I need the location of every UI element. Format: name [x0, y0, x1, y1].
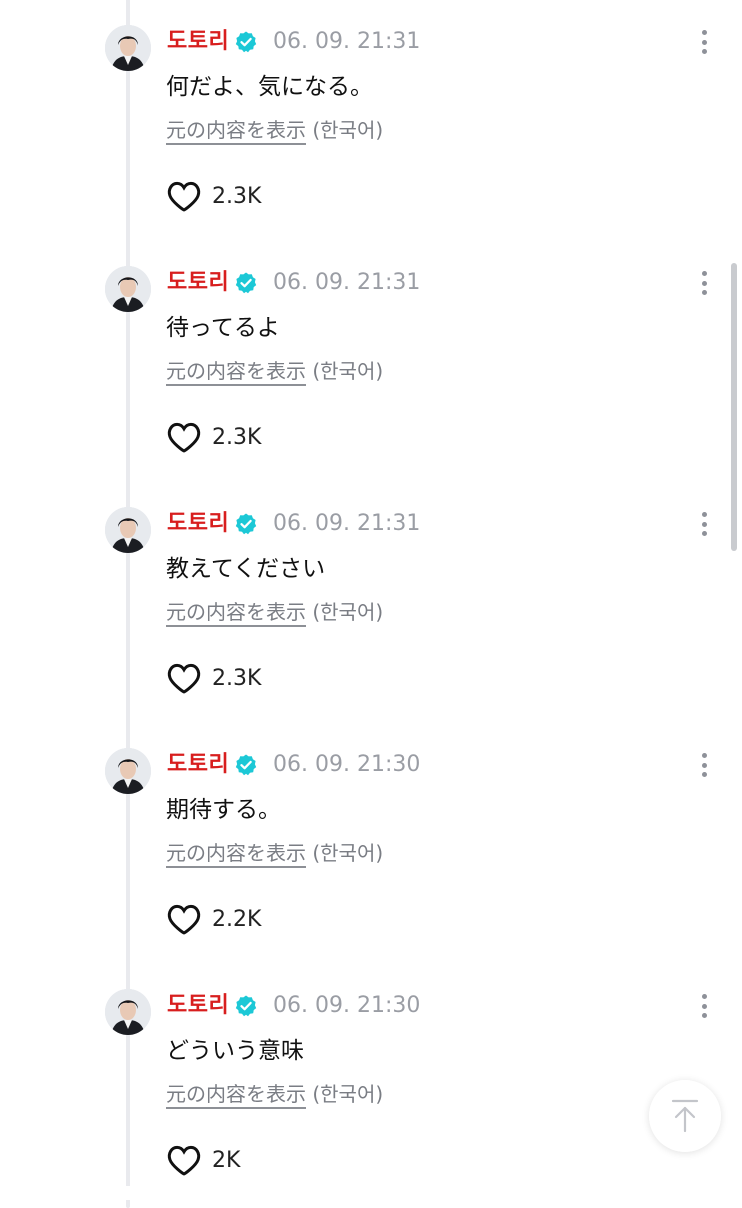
like-count: 2.3K [212, 424, 262, 450]
scrollbar[interactable] [731, 263, 737, 551]
like-button[interactable]: 2.3K [166, 178, 261, 214]
verified-badge-icon [235, 754, 257, 776]
translation-toggle: 元の内容を表示 (한국어) [166, 357, 384, 386]
avatar[interactable] [105, 748, 151, 794]
comment-item: 도토리 06. 09. 21:31 何だよ、気になる。 元の内容を表示 (한국어… [0, 0, 742, 244]
comment-item: 도토리 06. 09. 21:31 教えてください 元の内容を表示 (한국어) … [0, 462, 742, 726]
thread-line [126, 462, 130, 726]
show-original-link[interactable]: 元の内容を表示 [166, 359, 306, 386]
author-name[interactable]: 도토리 [167, 992, 229, 1020]
verified-badge-icon [235, 513, 257, 535]
translation-toggle: 元の内容を表示 (한국어) [166, 116, 384, 145]
show-original-link[interactable]: 元の内容を表示 [166, 1082, 306, 1109]
timestamp: 06. 09. 21:31 [273, 29, 421, 54]
more-vertical-icon[interactable] [692, 749, 716, 781]
like-button[interactable]: 2.2K [166, 901, 261, 937]
timestamp: 06. 09. 21:31 [273, 511, 421, 536]
author-name[interactable]: 도토리 [167, 751, 229, 779]
comment-text: 待ってるよ [166, 315, 280, 341]
heart-outline-icon [167, 181, 201, 212]
show-original-link[interactable]: 元の内容を表示 [166, 841, 306, 868]
comment-text: 期待する。 [166, 797, 281, 823]
thread-line [126, 703, 130, 967]
verified-badge-icon [235, 995, 257, 1017]
arrow-up-to-top-icon [671, 1099, 699, 1133]
original-language: (한국어) [312, 841, 384, 865]
verified-badge-icon [235, 272, 257, 294]
comment-item: 도토리 06. 09. 21:30 どういう意味 元の内容を表示 (한국어) 2… [0, 944, 742, 1208]
original-language: (한국어) [312, 118, 384, 142]
author-name[interactable]: 도토리 [167, 510, 229, 538]
like-count: 2.3K [212, 183, 262, 209]
heart-outline-icon [167, 904, 201, 935]
more-vertical-icon[interactable] [692, 267, 716, 299]
original-language: (한국어) [312, 359, 384, 383]
more-vertical-icon[interactable] [692, 990, 716, 1022]
comment-text: どういう意味 [166, 1038, 304, 1064]
comment-text: 教えてください [166, 556, 326, 582]
original-language: (한국어) [312, 600, 384, 624]
author-name[interactable]: 도토리 [167, 269, 229, 297]
thread-line [126, 221, 130, 485]
translation-toggle: 元の内容を表示 (한국어) [166, 1080, 384, 1109]
avatar[interactable] [105, 25, 151, 71]
heart-outline-icon [167, 1145, 201, 1176]
like-count: 2K [212, 1147, 241, 1173]
avatar[interactable] [105, 507, 151, 553]
like-button[interactable]: 2K [166, 1142, 240, 1178]
avatar[interactable] [105, 989, 151, 1035]
more-vertical-icon[interactable] [692, 508, 716, 540]
like-button[interactable]: 2.3K [166, 660, 261, 696]
heart-outline-icon [167, 663, 201, 694]
timestamp: 06. 09. 21:31 [273, 270, 421, 295]
like-count: 2.2K [212, 906, 262, 932]
show-original-link[interactable]: 元の内容を表示 [166, 118, 306, 145]
scroll-to-top-button[interactable] [649, 1080, 721, 1152]
avatar[interactable] [105, 266, 151, 312]
comment-text: 何だよ、気になる。 [166, 74, 373, 100]
translation-toggle: 元の内容を表示 (한국어) [166, 839, 384, 868]
author-name[interactable]: 도토리 [167, 28, 229, 56]
comment-item: 도토리 06. 09. 21:30 期待する。 元の内容を表示 (한국어) 2.… [0, 703, 742, 967]
more-vertical-icon[interactable] [692, 26, 716, 58]
timestamp: 06. 09. 21:30 [273, 993, 421, 1018]
timestamp: 06. 09. 21:30 [273, 752, 421, 777]
bottom-edge [0, 1186, 742, 1200]
like-button[interactable]: 2.3K [166, 419, 261, 455]
heart-outline-icon [167, 422, 201, 453]
translation-toggle: 元の内容を表示 (한국어) [166, 598, 384, 627]
original-language: (한국어) [312, 1082, 384, 1106]
verified-badge-icon [235, 31, 257, 53]
show-original-link[interactable]: 元の内容を表示 [166, 600, 306, 627]
thread-line [126, 944, 130, 1208]
comment-item: 도토리 06. 09. 21:31 待ってるよ 元の内容を表示 (한국어) 2.… [0, 221, 742, 485]
like-count: 2.3K [212, 665, 262, 691]
